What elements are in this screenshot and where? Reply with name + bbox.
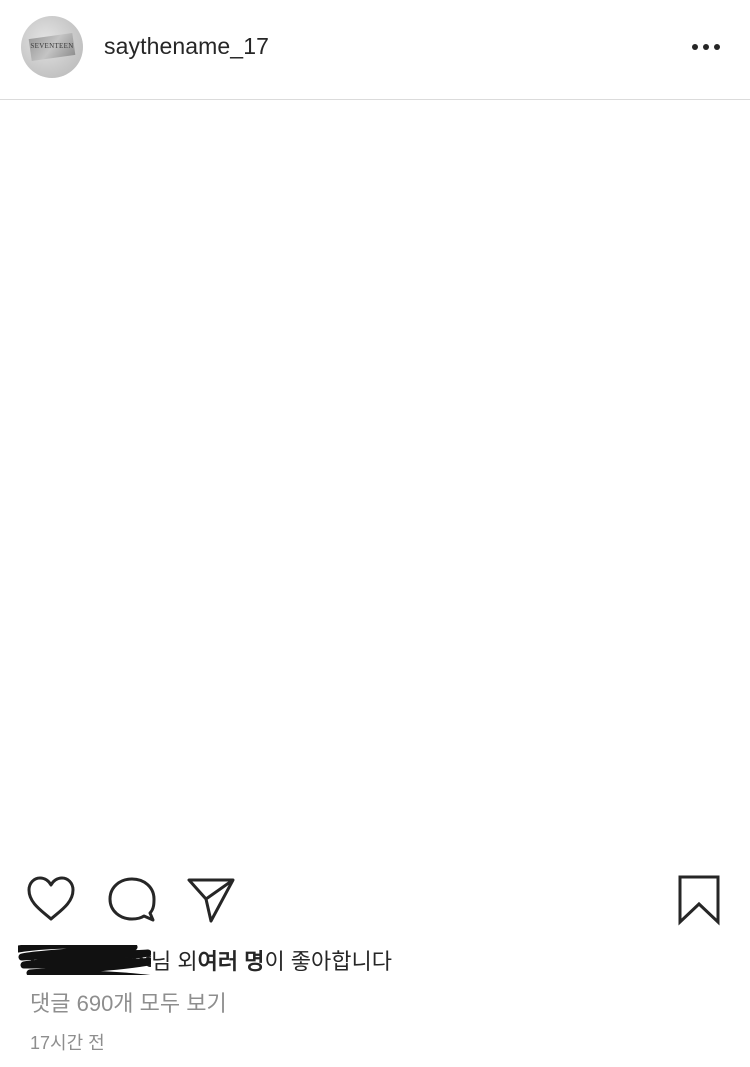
liker-username-redacted[interactable]: ooooo_oooo bbox=[18, 945, 151, 975]
more-dots-icon bbox=[714, 44, 720, 50]
more-dots-icon bbox=[703, 44, 709, 50]
heart-icon bbox=[27, 876, 75, 921]
likes-text-after: 이 좋아합니다 bbox=[264, 949, 392, 974]
view-all-comments-link[interactable]: 댓글 690개 모두 보기 bbox=[30, 986, 227, 1018]
save-button[interactable] bbox=[676, 874, 722, 926]
like-button[interactable] bbox=[26, 875, 76, 923]
more-options-button[interactable] bbox=[684, 30, 728, 64]
comment-bubble-icon bbox=[108, 877, 156, 922]
likes-text-before: 님 외 bbox=[151, 949, 198, 974]
post-username[interactable]: saythename_17 bbox=[104, 33, 269, 60]
profile-avatar[interactable]: SEVENTEEN bbox=[21, 16, 83, 78]
comment-button[interactable] bbox=[106, 875, 158, 925]
redaction-scribble bbox=[18, 945, 151, 975]
likes-summary: ooooo_oooo 님 외 여러 명이 좋아합니다 bbox=[18, 944, 392, 980]
bookmark-icon bbox=[678, 875, 720, 926]
more-dots-icon bbox=[692, 44, 698, 50]
likes-others-link[interactable]: 여러 명 bbox=[198, 944, 265, 976]
post-timestamp: 17시간 전 bbox=[30, 1033, 105, 1053]
post-header: SEVENTEEN saythename_17 bbox=[0, 0, 750, 100]
share-button[interactable] bbox=[185, 875, 237, 925]
paper-plane-icon bbox=[187, 878, 235, 923]
post-media[interactable] bbox=[0, 101, 750, 853]
avatar-logo-text: SEVENTEEN bbox=[30, 42, 74, 50]
